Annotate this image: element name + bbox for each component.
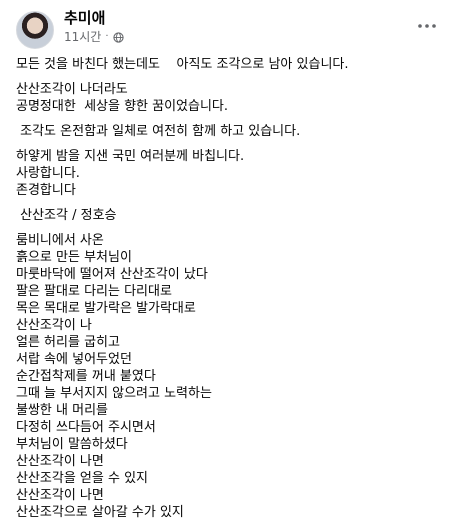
facebook-post: 추미애 11시간 · 모든 것을 바친다 했는데도 아직도 조각으로 남아 있습… (0, 0, 454, 520)
globe-icon[interactable] (112, 31, 124, 43)
post-header: 추미애 11시간 · (0, 0, 454, 56)
post-text-line: 다정히 쓰다듬어 주시면서 (16, 420, 156, 435)
post-text: 모든 것을 바친다 했는데도 아직도 조각으로 남아 있습니다. 산산조각이 나더… (16, 56, 446, 521)
post-text-line: 마룻바닥에 떨어져 산산조각이 났다 (16, 267, 208, 282)
post-time[interactable]: 11시간 (64, 30, 101, 44)
post-text-line: 공명정대한 세상을 향한 꿈이었습니다. (16, 99, 229, 114)
avatar[interactable] (16, 11, 54, 49)
post-text-line: 산산조각이 나 (16, 318, 92, 333)
post-text-line: 팔은 팔대로 다리는 다리대로 (16, 284, 172, 299)
post-text-line: 불쌍한 내 머리를 (16, 403, 108, 418)
post-text-line: 산산조각으로 살아갈 수가 있지 (16, 505, 184, 520)
post-text-line: 룸비니에서 사온 (16, 233, 104, 248)
post-text-line: 목은 목대로 발가락은 발가락대로 (16, 301, 196, 316)
post-text-line: 그때 늘 부서지지 않으려고 노력하는 (16, 386, 212, 401)
post-text-line: 산산조각이 나면 (16, 488, 104, 503)
post-text-line: 서랍 속에 넣어두었던 (16, 352, 132, 367)
post-meta: 11시간 · (64, 30, 124, 44)
post-text-line: 얼른 허리를 굽히고 (16, 335, 120, 350)
post-text-line: 산산조각이 나더라도 (16, 82, 128, 97)
post-text-line: 존경합니다 (16, 183, 76, 198)
more-options-icon[interactable] (416, 16, 438, 36)
post-text-line: 조각도 온전함과 일체로 여전히 함께 하고 있습니다. (16, 124, 301, 139)
author-name[interactable]: 추미애 (64, 9, 105, 27)
post-text-line: 산산조각이 나면 (16, 454, 104, 469)
post-text-line: 하얗게 밤을 지샌 국민 여러분께 바칩니다. (16, 149, 245, 164)
post-text-line: 사랑합니다. (16, 166, 80, 181)
post-text-line: 흙으로 만든 부처님이 (16, 250, 132, 265)
post-text-line: 모든 것을 바친다 했는데도 아직도 조각으로 남아 있습니다. (16, 57, 349, 72)
meta-separator: · (105, 31, 109, 42)
post-text-line: 순간접착제를 꺼내 붙였다 (16, 369, 156, 384)
post-text-line: 부처님이 말씀하셨다 (16, 437, 128, 452)
post-text-line: 산산조각을 얻을 수 있지 (16, 471, 148, 486)
post-text-line: 산산조각 / 정호승 (16, 208, 117, 223)
